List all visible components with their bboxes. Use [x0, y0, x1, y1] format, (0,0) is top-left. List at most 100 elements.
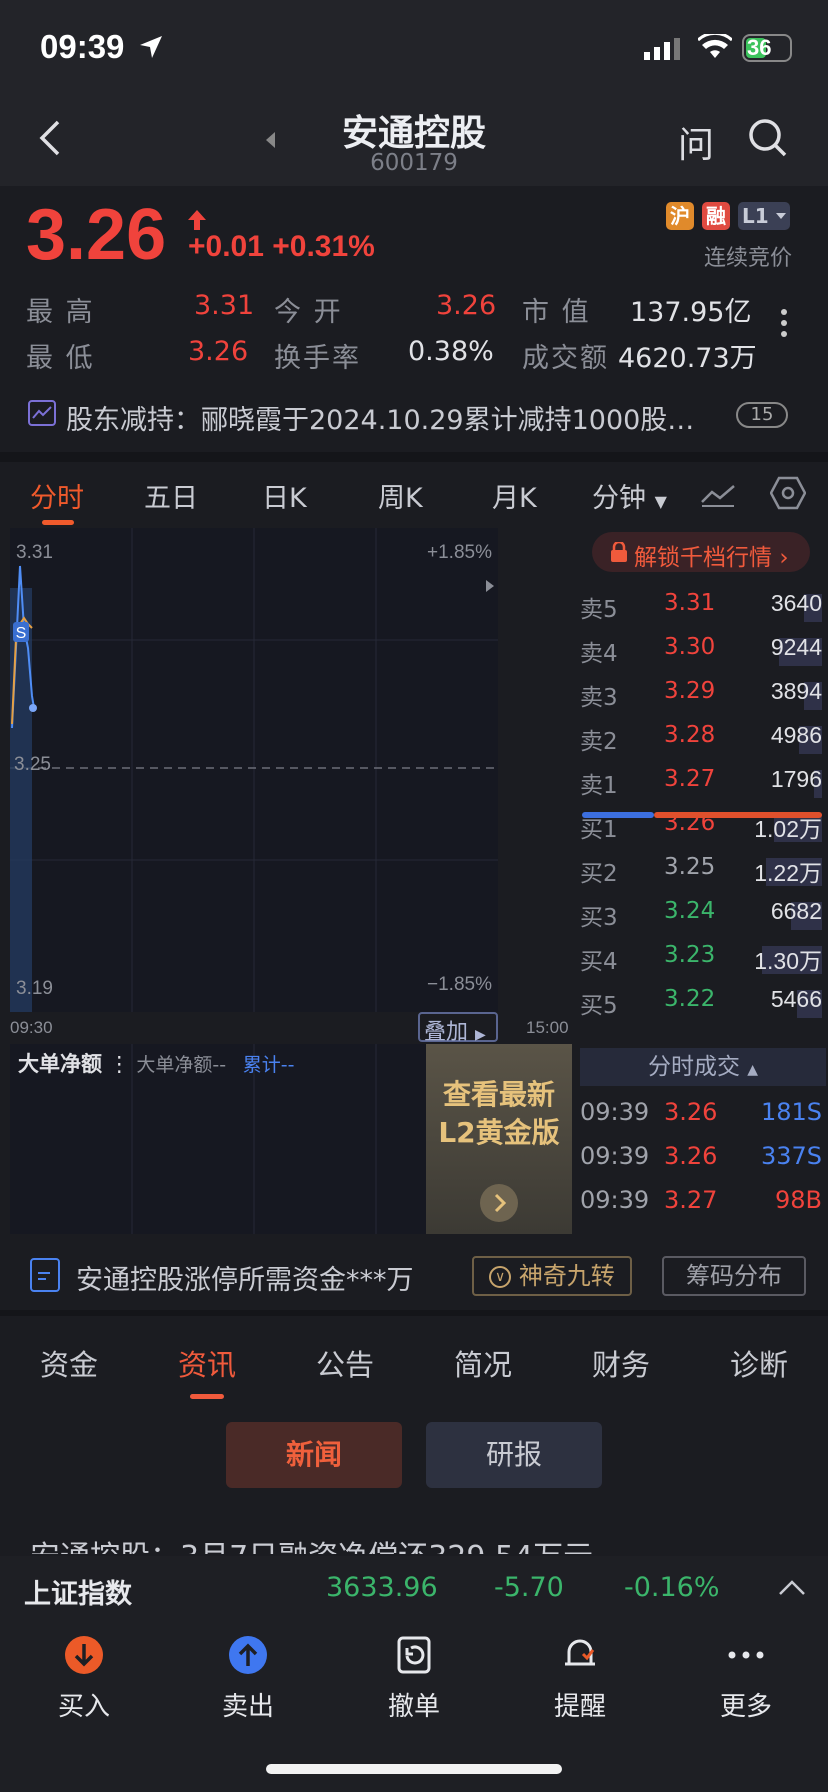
open-label: 今 开	[274, 297, 343, 328]
tick-price: 3.27	[664, 1186, 718, 1214]
chevron-right-icon	[480, 1184, 518, 1222]
order-price: 3.31	[664, 590, 716, 616]
tick-trades-header[interactable]: 分时成交 ▲	[580, 1048, 826, 1086]
info-tabs: 资金 资讯 公告 简况 财务 诊断	[0, 1316, 828, 1399]
tab-minute-label: 分钟	[592, 483, 646, 514]
indicator-line-icon[interactable]	[700, 480, 736, 508]
chip-distribution-button[interactable]: 筹码分布	[662, 1256, 806, 1296]
order-price: 3.24	[664, 898, 716, 924]
limit-up-capital-text[interactable]: 安通控股涨停所需资金***万	[76, 1258, 414, 1297]
magic-nine-label: 神奇九转	[518, 1262, 615, 1290]
order-price: 3.25	[664, 854, 716, 880]
overlay-label: 叠加	[424, 1020, 469, 1045]
tab-intraday[interactable]: 分时	[30, 476, 84, 515]
active-tab-indicator	[190, 1394, 224, 1399]
caret-up-icon: ▲	[747, 1062, 759, 1078]
alert-button[interactable]: 提醒	[520, 1634, 640, 1723]
order-book-row: 卖3 3.29 3894	[580, 678, 828, 718]
order-book-row: 卖4 3.30 9244	[580, 634, 828, 674]
order-book-row: 卖2 3.28 4986	[580, 722, 828, 762]
tick-volume: 98B	[774, 1186, 822, 1214]
chevron-up-icon[interactable]	[778, 1578, 806, 1596]
cancel-order-button[interactable]: 撤单	[354, 1634, 474, 1723]
tab-monthly-k[interactable]: 月K	[492, 476, 537, 515]
index-change-pct: -0.16%	[624, 1572, 720, 1603]
battery-icon: 36	[742, 34, 792, 62]
order-level-label: 买5	[580, 993, 618, 1019]
tab-daily-k[interactable]: 日K	[262, 476, 307, 515]
stock-header: 安通控股 600179 问	[0, 96, 828, 186]
y-axis-bottom: 3.19	[16, 978, 53, 999]
buy-label: 买入	[57, 1692, 110, 1722]
notice-count-badge[interactable]: 15	[736, 402, 788, 428]
sell-button[interactable]: 卖出	[188, 1634, 308, 1723]
order-volume: 4986	[770, 722, 822, 748]
pct-axis-top: +1.85%	[427, 542, 492, 563]
order-volume: 1.22万	[754, 860, 822, 886]
buy-button[interactable]: 买入	[24, 1634, 144, 1723]
tab-profile[interactable]: 简况	[454, 1342, 512, 1384]
high-value: 3.31	[194, 290, 255, 321]
order-book-row: 买2 3.25 1.22万	[580, 854, 828, 894]
magic-nine-button[interactable]: ∨ 神奇九转	[472, 1256, 632, 1296]
document-icon	[30, 1258, 60, 1292]
turnover-label: 换手率	[274, 343, 361, 374]
trading-status: 连续竞价	[703, 246, 792, 271]
tick-time: 09:39	[580, 1098, 650, 1126]
news-preview[interactable]: 安通控股：3月7日融资净偿还329.54万元	[30, 1532, 593, 1554]
ask-button[interactable]: 问	[678, 116, 714, 168]
unlock-label: 解锁千档行情	[634, 545, 772, 571]
tab-financials[interactable]: 财务	[592, 1342, 650, 1384]
intraday-chart[interactable]: S 3.31 3.25 3.19 +1.85% −1.85%	[10, 528, 498, 1012]
change-percent: +0.31%	[272, 230, 375, 263]
settings-hexagon-icon[interactable]	[770, 476, 806, 510]
order-book-row: 卖5 3.31 3640	[580, 590, 828, 630]
tab-weekly-k[interactable]: 周K	[378, 476, 423, 515]
tick-header-label: 分时成交	[647, 1054, 740, 1080]
tab-news[interactable]: 资讯	[178, 1342, 236, 1384]
order-book-row: 买3 3.24 6682	[580, 898, 828, 938]
order-volume: 1796	[770, 766, 822, 792]
more-button[interactable]: 更多	[686, 1634, 806, 1723]
intraday-chart-svg: S	[10, 528, 498, 1012]
overlay-button[interactable]: 叠加 ▶	[418, 1012, 498, 1045]
research-subtab[interactable]: 研报	[426, 1422, 602, 1488]
more-vertical-icon[interactable]	[780, 308, 788, 338]
divider	[0, 452, 828, 462]
shareholder-notice[interactable]: 股东减持：郦晓霞于2024.10.29累计减持1000股… 15	[0, 384, 828, 454]
alert-label: 提醒	[553, 1692, 606, 1722]
search-icon[interactable]	[748, 118, 788, 158]
lock-icon	[611, 542, 627, 562]
buy-down-arrow-icon	[65, 1636, 103, 1674]
cancel-order-icon	[397, 1636, 431, 1674]
l2-upgrade-ad[interactable]: 查看最新 L2黄金版	[426, 1044, 572, 1234]
order-level-label: 卖2	[580, 729, 618, 755]
tab-diagnosis[interactable]: 诊断	[730, 1342, 788, 1384]
unlock-depth-button[interactable]: 解锁千档行情 ›	[592, 532, 810, 572]
low-label: 最 低	[26, 343, 95, 374]
order-price: 3.28	[664, 722, 716, 748]
order-volume: 3894	[770, 678, 822, 704]
current-price: 3.26	[26, 195, 167, 275]
chart-trend-icon	[28, 400, 56, 426]
home-indicator	[266, 1764, 562, 1774]
level-selector[interactable]: L1	[738, 202, 790, 230]
amount-label: 成交额	[522, 343, 609, 374]
order-book-row: 卖1 3.27 1796	[580, 766, 828, 806]
order-level-label: 卖3	[580, 685, 618, 711]
tab-minute[interactable]: 分钟 ▼	[592, 476, 667, 515]
bell-icon	[565, 1639, 595, 1666]
tools-row: 安通控股涨停所需资金***万 ∨ 神奇九转 筹码分布	[0, 1240, 828, 1310]
tab-five-day[interactable]: 五日	[144, 476, 198, 515]
tick-price: 3.26	[664, 1142, 718, 1170]
index-ticker[interactable]: 上证指数 3633.96 -5.70 -0.16%	[0, 1556, 828, 1620]
order-price: 3.27	[664, 766, 716, 792]
level-label: L1	[742, 204, 769, 228]
battery-level: 36	[747, 35, 772, 60]
more-icon[interactable]: ⋮	[109, 1052, 130, 1076]
news-subtab[interactable]: 新闻	[226, 1422, 402, 1488]
tab-capital[interactable]: 资金	[40, 1342, 98, 1384]
mcap-label: 市 值	[522, 297, 591, 328]
shanghai-badge: 沪	[666, 202, 694, 230]
tab-announcements[interactable]: 公告	[316, 1342, 374, 1384]
